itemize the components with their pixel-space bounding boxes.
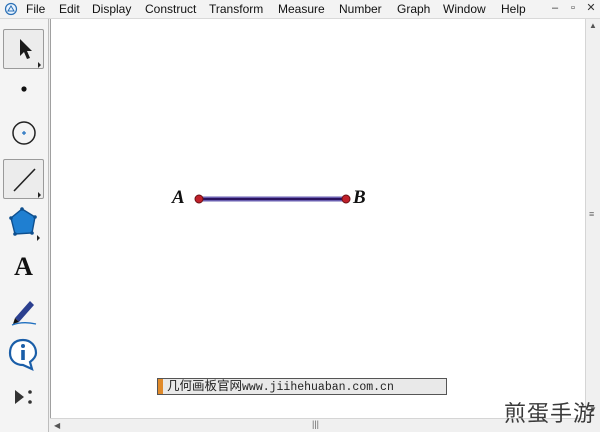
menu-graph[interactable]: Graph <box>397 2 430 16</box>
horizontal-grip-icon[interactable]: ||| <box>312 419 319 429</box>
arrow-selection-tool[interactable] <box>3 29 44 69</box>
label-point-b[interactable]: B <box>353 187 366 209</box>
toolbox: A <box>0 19 49 432</box>
menu-help[interactable]: Help <box>501 2 526 16</box>
compass-tool[interactable] <box>3 115 44 155</box>
restore-button[interactable]: ▫ <box>566 2 580 15</box>
menu-construct[interactable]: Construct <box>145 2 196 16</box>
point-tool[interactable] <box>3 71 44 111</box>
label-point-a[interactable]: A <box>172 187 185 209</box>
caption-chinese: 几何画板官网 <box>167 379 243 393</box>
polygon-icon <box>9 207 40 241</box>
caption-box[interactable]: 几何画板官网www.jiihehuaban.com.cn <box>157 378 447 395</box>
custom-tools[interactable] <box>3 379 44 419</box>
point-icon <box>21 86 27 92</box>
menu-display[interactable]: Display <box>92 2 131 16</box>
scroll-up-icon[interactable]: ▲ <box>589 21 597 31</box>
caption-url: www.jiihehuaban.com.cn <box>242 381 394 394</box>
menu-window[interactable]: Window <box>443 2 486 16</box>
watermark: 煎蛋手游 <box>503 402 596 427</box>
segment-drawing <box>194 194 351 204</box>
caption-marker <box>158 379 163 394</box>
circle-icon <box>12 121 36 145</box>
scroll-grip-icon[interactable]: ≡ <box>589 209 594 219</box>
marker-icon <box>11 301 37 326</box>
menu-file[interactable]: File <box>26 2 45 16</box>
sketch-canvas[interactable]: A B <box>50 19 585 418</box>
text-tool-glyph: A <box>14 252 33 281</box>
scroll-left-icon[interactable]: ◀ <box>54 421 60 431</box>
point-b <box>341 194 351 204</box>
custom-tool-icon <box>15 390 32 404</box>
information-tool[interactable] <box>3 335 44 375</box>
arrow-icon <box>20 39 41 68</box>
menu-transform[interactable]: Transform <box>209 2 263 16</box>
menu-bar: File Edit Display Construct Transform Me… <box>0 0 600 19</box>
info-icon <box>8 338 38 371</box>
menu-number[interactable]: Number <box>339 2 382 16</box>
menu-edit[interactable]: Edit <box>59 2 80 16</box>
text-icon: A <box>14 252 33 281</box>
menu-measure[interactable]: Measure <box>278 2 325 16</box>
marker-tool[interactable] <box>3 291 44 331</box>
polygon-tool[interactable] <box>3 203 44 243</box>
straightedge-tool[interactable] <box>3 159 44 199</box>
text-tool[interactable]: A <box>3 247 44 287</box>
minimize-button[interactable]: – <box>548 2 562 15</box>
segment-icon <box>13 168 41 198</box>
app-icon[interactable] <box>4 2 18 16</box>
caption-text: 几何画板官网www.jiihehuaban.com.cn <box>167 379 394 394</box>
vertical-scrollbar[interactable]: ▲ ≡ ▼ <box>585 19 600 418</box>
point-a <box>194 194 204 204</box>
close-button[interactable]: ✕ <box>584 2 598 15</box>
